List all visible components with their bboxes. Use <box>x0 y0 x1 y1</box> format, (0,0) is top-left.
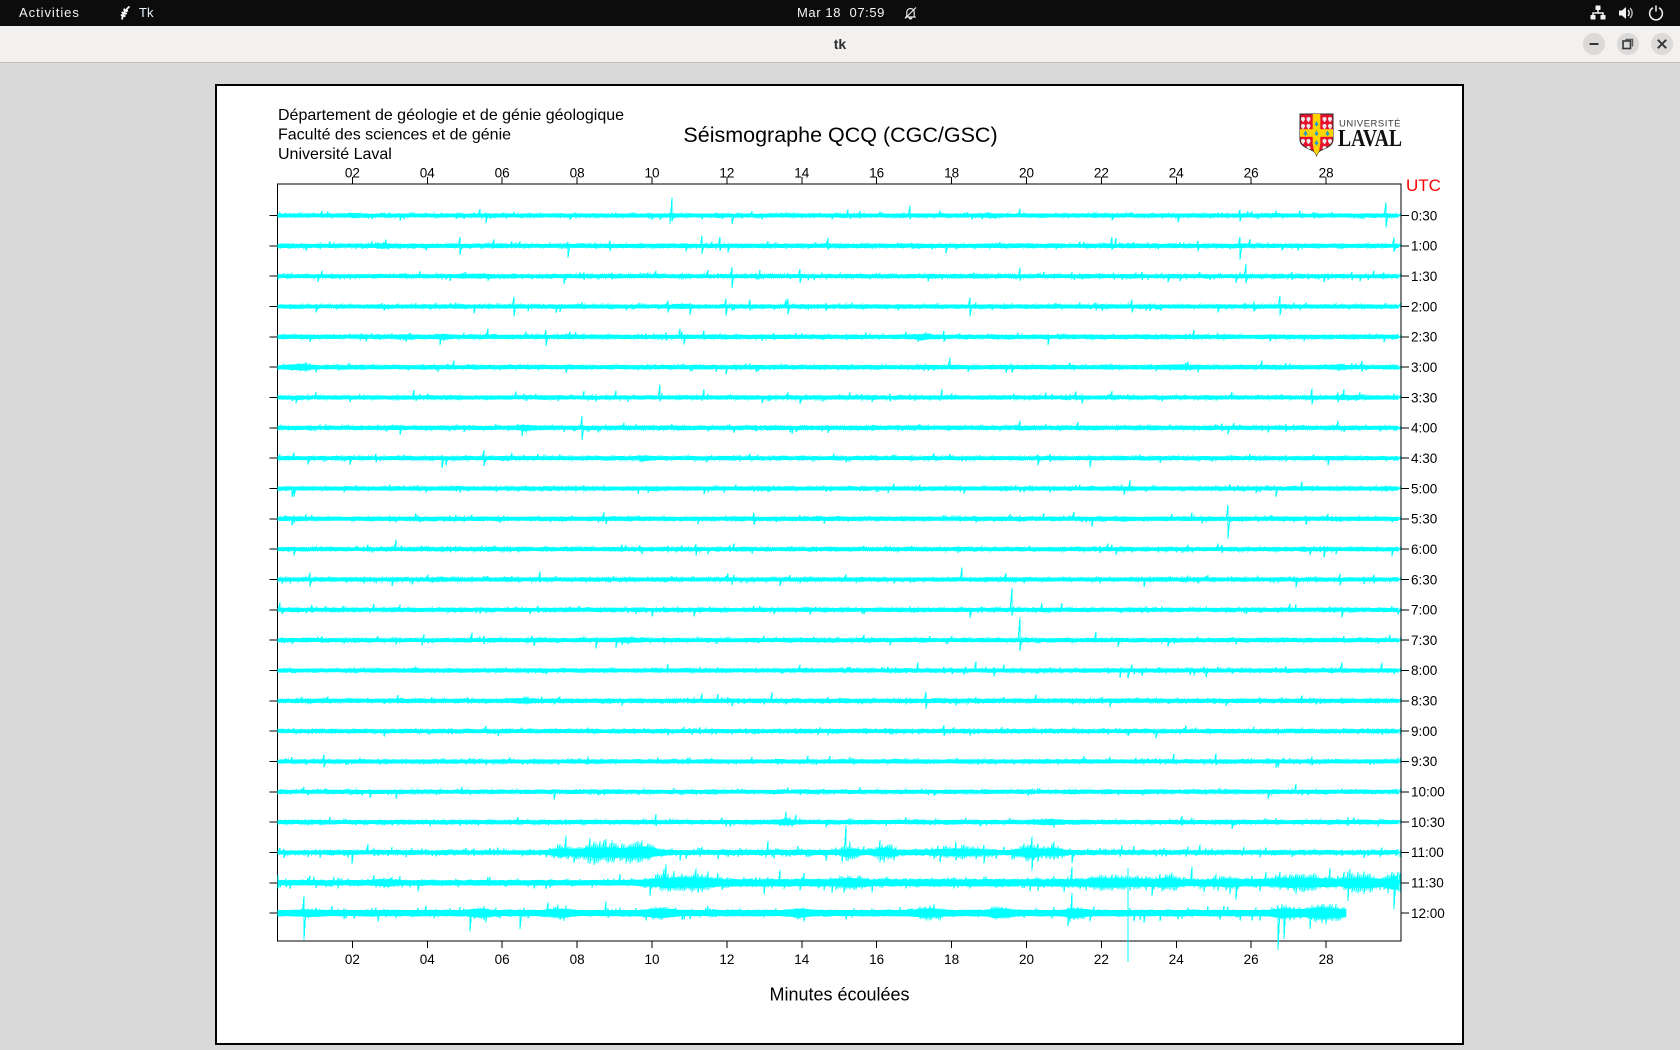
svg-text:1:30: 1:30 <box>1411 269 1437 284</box>
svg-text:14: 14 <box>794 952 810 967</box>
svg-text:22: 22 <box>1094 952 1109 967</box>
svg-text:28: 28 <box>1319 952 1334 967</box>
svg-text:Département de géologie et de: Département de géologie et de génie géol… <box>278 107 624 124</box>
svg-text:06: 06 <box>495 952 510 967</box>
svg-text:7:30: 7:30 <box>1411 633 1437 648</box>
svg-text:6:30: 6:30 <box>1411 572 1437 587</box>
svg-text:08: 08 <box>570 952 585 967</box>
svg-text:18: 18 <box>944 166 959 181</box>
svg-text:04: 04 <box>420 952 436 967</box>
svg-text:20: 20 <box>1019 166 1034 181</box>
svg-text:04: 04 <box>420 166 436 181</box>
svg-text:4:30: 4:30 <box>1411 451 1437 466</box>
svg-text:10:00: 10:00 <box>1411 785 1445 800</box>
svg-text:11:30: 11:30 <box>1411 876 1444 891</box>
svg-text:Séismographe QCQ (CGC/GSC): Séismographe QCQ (CGC/GSC) <box>683 123 997 147</box>
svg-text:28: 28 <box>1319 166 1334 181</box>
svg-text:12: 12 <box>719 952 734 967</box>
svg-text:06: 06 <box>495 166 510 181</box>
svg-text:2:00: 2:00 <box>1411 299 1437 314</box>
svg-text:22: 22 <box>1094 166 1109 181</box>
svg-text:02: 02 <box>345 952 360 967</box>
svg-text:11:00: 11:00 <box>1411 845 1444 860</box>
svg-text:9:00: 9:00 <box>1411 724 1437 739</box>
svg-text:18: 18 <box>944 952 959 967</box>
svg-text:LAVAL: LAVAL <box>1338 126 1402 152</box>
svg-text:7:00: 7:00 <box>1411 603 1437 618</box>
svg-text:20: 20 <box>1019 952 1034 967</box>
svg-text:6:00: 6:00 <box>1411 542 1437 557</box>
svg-text:5:30: 5:30 <box>1411 512 1437 527</box>
svg-text:16: 16 <box>869 166 884 181</box>
svg-text:Université Laval: Université Laval <box>278 146 392 163</box>
svg-text:Faculté des sciences et de gén: Faculté des sciences et de génie <box>278 127 511 144</box>
svg-text:24: 24 <box>1169 166 1185 181</box>
svg-text:3:00: 3:00 <box>1411 360 1437 375</box>
svg-text:1:00: 1:00 <box>1411 239 1437 254</box>
svg-text:26: 26 <box>1244 952 1259 967</box>
svg-text:12:00: 12:00 <box>1411 906 1445 921</box>
svg-text:10:30: 10:30 <box>1411 815 1445 830</box>
svg-text:26: 26 <box>1244 166 1259 181</box>
svg-text:2:30: 2:30 <box>1411 330 1437 345</box>
svg-text:UTC: UTC <box>1406 176 1441 195</box>
svg-text:5:00: 5:00 <box>1411 481 1437 496</box>
svg-text:8:30: 8:30 <box>1411 694 1437 709</box>
svg-text:10: 10 <box>644 952 659 967</box>
svg-text:14: 14 <box>794 166 810 181</box>
svg-text:0:30: 0:30 <box>1411 208 1437 223</box>
svg-text:4:00: 4:00 <box>1411 421 1437 436</box>
svg-text:16: 16 <box>869 952 884 967</box>
svg-text:08: 08 <box>570 166 585 181</box>
svg-text:3:30: 3:30 <box>1411 390 1437 405</box>
svg-text:10: 10 <box>644 166 659 181</box>
svg-text:12: 12 <box>719 166 734 181</box>
svg-text:02: 02 <box>345 166 360 181</box>
svg-text:9:30: 9:30 <box>1411 754 1437 769</box>
svg-text:8:00: 8:00 <box>1411 663 1437 678</box>
svg-text:24: 24 <box>1169 952 1185 967</box>
svg-text:Minutes écoulées: Minutes écoulées <box>769 985 909 1005</box>
